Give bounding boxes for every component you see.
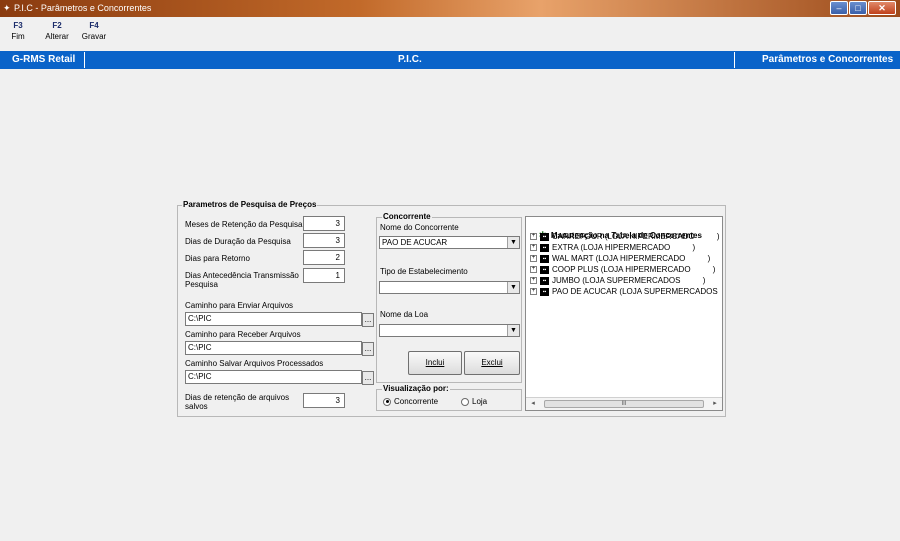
radio-selected-icon (383, 397, 391, 406)
dias-antecedencia-label: Dias Antecedência Transmissão Pesquisa (185, 271, 299, 289)
fim-key: F3 (13, 21, 23, 30)
nome-concorrente-select[interactable]: PAO DE ACUCAR ▼ (379, 236, 520, 249)
banner-right: Parâmetros e Concorrentes (762, 54, 894, 65)
window-title: P.I.C - Parâmetros e Concorrentes (14, 3, 152, 13)
dias-retorno-label: Dias para Retorno (185, 254, 250, 263)
radio-concorrente-label: Concorrente (394, 397, 439, 406)
node-icon: ▪▪ (540, 243, 549, 252)
gravar-label: Gravar (81, 32, 107, 41)
tree-item[interactable]: + ▪▪ JUMBO (LOJA SUPERMERCADOS ) (530, 275, 705, 286)
radio-unselected-icon (461, 397, 469, 406)
incluir-button[interactable]: Inclui (408, 351, 462, 375)
banner-left: G-RMS Retail (12, 54, 76, 65)
expand-icon[interactable]: + (530, 244, 537, 252)
title-bar: ✦ P.I.C - Parâmetros e Concorrentes – □ … (0, 0, 900, 17)
node-icon: ▪▪ (540, 287, 549, 296)
node-icon: ▪▪ (540, 232, 549, 241)
caminho-receber-label: Caminho para Receber Arquivos (185, 330, 301, 339)
caminho-salvar-label: Caminho Salvar Arquivos Processados (185, 359, 324, 368)
close-button[interactable]: ✕ (868, 1, 896, 15)
alterar-button[interactable]: F2 Alterar (42, 21, 72, 43)
tree-item[interactable]: + ▪▪ PAO DE ACUCAR (LOJA SUPERMERCADOS (530, 286, 718, 297)
expand-icon[interactable]: + (530, 255, 537, 263)
nome-loja-label: Nome da Loa (380, 310, 429, 319)
fim-button[interactable]: F3 Fim (6, 21, 30, 43)
radio-loja[interactable]: Loja (461, 397, 487, 407)
tree-item-label: JUMBO (LOJA SUPERMERCADOS ) (552, 276, 706, 285)
caminho-enviar-browse-button[interactable]: ... (362, 313, 374, 327)
caminho-receber-browse-button[interactable]: ... (362, 342, 374, 356)
caminho-enviar-input[interactable]: C:\PIC (185, 312, 362, 326)
tree-item[interactable]: + ▪▪ COOP PLUS (LOJA HIPERMERCADO ) (530, 264, 715, 275)
incluir-label: Inclui (425, 358, 445, 367)
chevron-down-icon[interactable]: ▼ (507, 237, 519, 248)
banner-divider (734, 52, 735, 68)
expand-icon[interactable]: + (530, 288, 537, 296)
tree-item-label: WAL MART (LOJA HIPERMERCADO ) (552, 254, 711, 263)
gravar-button[interactable]: F4 Gravar (80, 21, 108, 43)
dias-antecedencia-input[interactable]: 1 (303, 268, 345, 283)
tree-item[interactable]: + ▪▪ EXTRA (LOJA HIPERMERCADO ) (530, 242, 695, 253)
excluir-label: Exclui (481, 358, 503, 367)
expand-icon[interactable]: + (530, 277, 537, 285)
caminho-enviar-label: Caminho para Enviar Arquivos (185, 301, 294, 310)
alterar-key: F2 (52, 21, 62, 30)
radio-concorrente[interactable]: Concorrente (383, 397, 438, 407)
chevron-down-icon[interactable]: ▼ (507, 282, 519, 293)
header-banner: G-RMS Retail P.I.C. Parâmetros e Concorr… (0, 51, 900, 69)
horizontal-scrollbar[interactable]: ◂ III ▸ (526, 397, 722, 410)
tree-item-label: COOP PLUS (LOJA HIPERMERCADO ) (552, 265, 716, 274)
tree-item-label: PAO DE ACUCAR (LOJA SUPERMERCADOS (552, 287, 718, 296)
excluir-button[interactable]: Exclui (464, 351, 520, 375)
node-icon: ▪▪ (540, 276, 549, 285)
node-icon: ▪▪ (540, 265, 549, 274)
dias-duracao-input[interactable]: 3 (303, 233, 345, 248)
tree-item[interactable]: + ▪▪ CARREFOUR (LOJA HIPERMERCADO ) (530, 231, 720, 242)
dias-retorno-input[interactable]: 2 (303, 250, 345, 265)
toolbar: F3 Fim F2 Alterar F4 Gravar (0, 17, 900, 51)
meses-retencao-label: Meses de Retenção da Pesquisa (185, 220, 303, 229)
concorrentes-tree[interactable]: ✲Manutenção na Tabela de Concorrentes +▪… (525, 216, 723, 411)
tipo-estabelecimento-label: Tipo de Estabelecimento (380, 267, 468, 276)
expand-icon[interactable]: + (530, 233, 537, 241)
scroll-right-icon[interactable]: ▸ (709, 398, 721, 410)
caminho-salvar-browse-button[interactable]: ... (362, 371, 374, 385)
tree-item-label: CARREFOUR (LOJA HIPERMERCADO ) (552, 232, 720, 241)
maximize-button[interactable]: □ (849, 1, 867, 15)
app-icon: ✦ (3, 3, 11, 13)
banner-divider (84, 52, 85, 68)
nome-concorrente-label: Nome do Concorrente (380, 223, 459, 232)
params-legend: Parametros de Pesquisa de Preços (182, 200, 318, 210)
visualizacao-legend: Visualização por: (382, 384, 450, 394)
tipo-estabelecimento-select[interactable]: ▼ (379, 281, 520, 294)
scroll-left-icon[interactable]: ◂ (527, 398, 539, 410)
nome-concorrente-value: PAO DE ACUCAR (382, 238, 448, 247)
minimize-button[interactable]: – (830, 1, 848, 15)
expand-icon[interactable]: + (530, 266, 537, 274)
dias-duracao-label: Dias de Duração da Pesquisa (185, 237, 291, 246)
tree-item-label: EXTRA (LOJA HIPERMERCADO ) (552, 243, 696, 252)
node-icon: ▪▪ (540, 254, 549, 263)
concorrente-legend: Concorrente (382, 212, 432, 222)
chevron-down-icon[interactable]: ▼ (507, 325, 519, 336)
radio-loja-label: Loja (472, 397, 488, 406)
dias-retencao-arquivos-input[interactable]: 3 (303, 393, 345, 408)
gravar-key: F4 (89, 21, 99, 30)
scroll-thumb[interactable]: III (544, 400, 704, 408)
caminho-receber-input[interactable]: C:\PIC (185, 341, 362, 355)
caminho-salvar-input[interactable]: C:\PIC (185, 370, 362, 384)
banner-center: P.I.C. (398, 54, 422, 65)
dias-retencao-arquivos-label: Dias de retenção de arquivos salvos (185, 393, 290, 411)
nome-loja-select[interactable]: ▼ (379, 324, 520, 337)
tree-item[interactable]: + ▪▪ WAL MART (LOJA HIPERMERCADO ) (530, 253, 710, 264)
alterar-label: Alterar (45, 32, 69, 41)
fim-label: Fim (11, 32, 25, 41)
meses-retencao-input[interactable]: 3 (303, 216, 345, 231)
